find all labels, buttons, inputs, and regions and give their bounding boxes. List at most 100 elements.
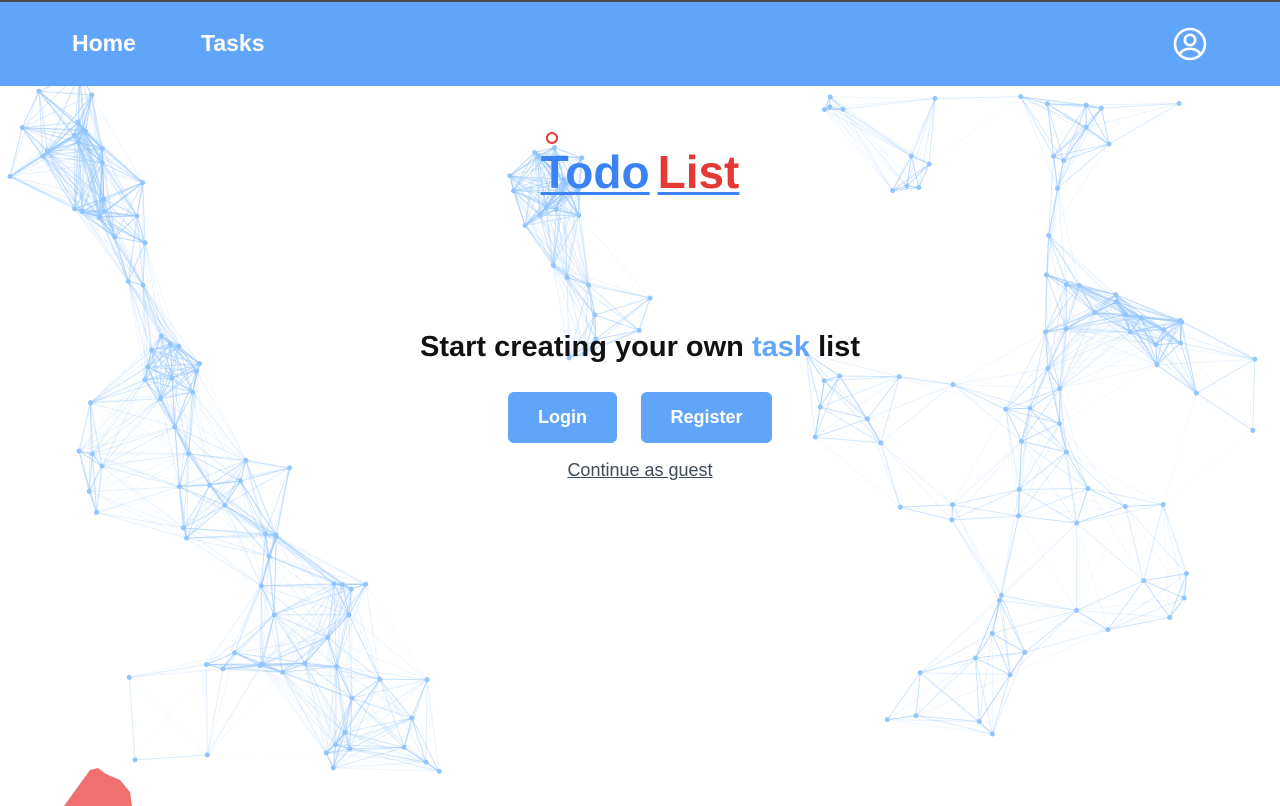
network-node <box>1016 513 1022 519</box>
login-button[interactable]: Login <box>508 392 617 443</box>
network-node <box>950 502 956 508</box>
network-node <box>377 676 383 682</box>
network-node <box>172 424 178 430</box>
network-node <box>1181 595 1187 601</box>
network-node <box>1123 312 1129 318</box>
network-node <box>821 107 827 113</box>
network-node <box>1085 486 1091 492</box>
network-node <box>976 719 982 725</box>
network-node <box>1057 421 1063 427</box>
network-node <box>180 525 186 531</box>
network-node <box>812 434 818 440</box>
network-node <box>1063 449 1069 455</box>
network-node <box>1105 627 1111 633</box>
network-node <box>83 128 89 134</box>
network-node <box>71 132 77 138</box>
logo-word-todo: Todo <box>541 132 650 198</box>
network-node <box>333 664 339 670</box>
network-node <box>96 214 102 220</box>
network-node <box>207 482 213 488</box>
network-node <box>424 677 430 683</box>
continue-as-guest-link[interactable]: Continue as guest <box>567 460 712 480</box>
logo-dot-icon <box>545 132 558 144</box>
network-node <box>1044 272 1050 278</box>
network-node <box>349 695 355 701</box>
network-node <box>409 715 415 721</box>
network-node <box>331 581 337 587</box>
network-node <box>142 377 148 383</box>
network-node <box>401 744 407 750</box>
network-node <box>1046 233 1052 239</box>
network-node <box>522 222 528 228</box>
network-node <box>423 759 429 765</box>
network-node <box>260 661 266 667</box>
guest-link-wrapper: Continue as guest <box>0 460 1280 481</box>
network-node <box>75 119 81 125</box>
network-node <box>827 94 833 100</box>
network-node <box>132 757 138 763</box>
nav-link-home[interactable]: Home <box>72 30 136 57</box>
network-node <box>125 278 131 284</box>
network-node <box>553 206 559 212</box>
network-node <box>1177 317 1183 323</box>
network-node <box>1063 281 1069 287</box>
network-node <box>94 509 100 515</box>
corner-decoration-shape <box>64 768 132 806</box>
top-navbar: Home Tasks <box>0 2 1280 86</box>
network-node <box>1083 102 1089 108</box>
network-node <box>1022 649 1028 655</box>
network-node <box>89 451 95 457</box>
network-node <box>932 96 938 102</box>
network-node <box>1176 101 1182 107</box>
network-node <box>827 104 833 110</box>
network-node <box>203 662 209 668</box>
network-node <box>878 440 884 446</box>
network-node <box>363 581 369 587</box>
network-node <box>647 295 653 301</box>
network-node <box>86 489 92 495</box>
network-node <box>550 263 556 269</box>
network-node <box>36 88 42 94</box>
network-node <box>302 660 308 666</box>
network-node <box>325 635 331 641</box>
network-node <box>204 752 210 758</box>
network-node <box>950 382 956 388</box>
network-node <box>1016 486 1022 492</box>
network-node <box>817 404 823 410</box>
network-node <box>346 612 352 618</box>
network-node <box>949 517 955 523</box>
network-node <box>1045 365 1051 371</box>
network-node <box>273 534 279 540</box>
logo-word-list: List <box>657 146 740 198</box>
network-node <box>72 206 78 212</box>
network-node <box>1074 520 1080 526</box>
network-node <box>913 713 919 719</box>
user-circle-icon[interactable] <box>1172 26 1208 62</box>
network-node <box>340 582 346 588</box>
network-node <box>1138 315 1144 321</box>
network-node <box>1007 672 1013 678</box>
network-node <box>79 209 85 215</box>
network-node <box>996 597 1002 603</box>
register-button[interactable]: Register <box>641 392 772 443</box>
network-node <box>190 389 196 395</box>
network-node <box>1184 571 1190 577</box>
network-node <box>592 312 598 318</box>
network-node <box>169 375 175 381</box>
hero-tagline: Start creating your own task list <box>0 331 1280 364</box>
network-node <box>884 717 890 723</box>
network-node <box>184 535 190 541</box>
network-node <box>1092 310 1098 316</box>
nav-link-tasks[interactable]: Tasks <box>201 30 265 57</box>
network-node <box>101 208 107 214</box>
network-node <box>89 92 95 98</box>
network-node <box>840 106 846 112</box>
tagline-accent: task <box>751 331 811 363</box>
network-node <box>157 396 163 402</box>
network-node <box>145 364 151 370</box>
network-node <box>342 729 348 735</box>
network-node <box>323 750 329 756</box>
network-node <box>271 612 277 618</box>
network-node <box>1167 615 1173 621</box>
network-node <box>1250 427 1256 433</box>
